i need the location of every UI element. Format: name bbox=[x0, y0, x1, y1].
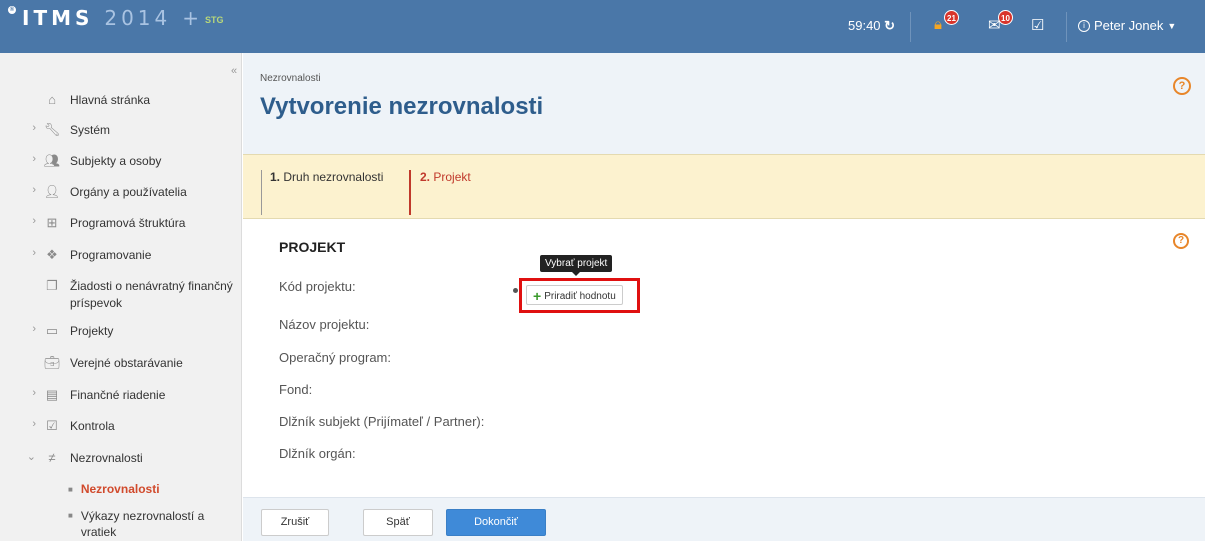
sidebar-item-program-structure[interactable]: › ⊞ Programová štruktúra bbox=[0, 215, 242, 232]
chevron-right-icon: › bbox=[32, 122, 36, 134]
chevron-right-icon: › bbox=[32, 184, 36, 196]
chevron-right-icon: › bbox=[32, 323, 36, 335]
footer-bar: Zrušiť Späť Dokončiť bbox=[243, 497, 1205, 541]
field-label-kod-projektu: Kód projektu: bbox=[279, 279, 356, 294]
itms-logo[interactable]: ® ITMS 2014 + STG bbox=[8, 6, 224, 30]
chevron-right-icon: › bbox=[32, 418, 36, 430]
bullet-icon: ■ bbox=[68, 485, 73, 494]
session-timer[interactable]: 59:40 ↻ bbox=[848, 18, 895, 34]
wallet-icon: ▤ bbox=[45, 387, 59, 402]
field-label-dlznik-subjekt: Dlžník subjekt (Prijímateľ / Partner): bbox=[279, 414, 485, 429]
sidebar: « ⌂ Hlavná stránka › 🔧︎ Systém › 👥︎ Subj… bbox=[0, 53, 242, 541]
documents-icon: ❐ bbox=[46, 278, 58, 293]
section-help-icon[interactable]: ? bbox=[1173, 233, 1189, 249]
user-menu[interactable]: i Peter Jonek ▼ bbox=[1078, 18, 1176, 33]
mail-button[interactable]: ✉ 10 bbox=[988, 10, 1013, 34]
divider bbox=[910, 12, 911, 42]
cubes-icon: ❖ bbox=[46, 247, 58, 262]
chevron-down-icon: ⌄ bbox=[26, 451, 36, 463]
step-druh-nezrovnalosti[interactable]: 1. Druh nezrovnalosti bbox=[261, 170, 383, 215]
bullet-icon: ■ bbox=[68, 511, 73, 520]
highlight-box bbox=[519, 278, 640, 313]
lock-badge: 21 bbox=[944, 10, 959, 25]
main-content: Nezrovnalosti Vytvorenie nezrovnalosti ?… bbox=[243, 53, 1205, 541]
briefcase-icon: 💼︎ bbox=[43, 355, 61, 370]
tooltip: Vybrať projekt bbox=[540, 255, 613, 276]
not-equal-icon: ≠ bbox=[48, 450, 56, 465]
sidebar-subitem-irregularities[interactable]: ■ Nezrovnalosti bbox=[68, 482, 160, 496]
clipboard-check-button[interactable]: ☑ bbox=[1031, 16, 1044, 34]
sidebar-item-procurement[interactable]: 💼︎ Verejné obstarávanie bbox=[0, 355, 242, 372]
sidebar-item-subjects[interactable]: › 👥︎ Subjekty a osoby bbox=[0, 153, 242, 170]
section-title: PROJEKT bbox=[279, 239, 346, 255]
field-label-dlznik-organ: Dlžník orgán: bbox=[279, 446, 356, 461]
chevron-right-icon: › bbox=[32, 215, 36, 227]
sidebar-item-finance[interactable]: › ▤ Finančné riadenie bbox=[0, 387, 242, 404]
sidebar-item-control[interactable]: › ☑ Kontrola bbox=[0, 418, 242, 435]
lock-icon: 🔒︎ bbox=[934, 16, 942, 33]
step-projekt[interactable]: 2. Projekt bbox=[409, 170, 471, 215]
people-icon: 👥︎ bbox=[43, 153, 61, 168]
timer-value: 59:40 bbox=[848, 18, 881, 33]
clipboard-check-icon: ☑ bbox=[1031, 17, 1045, 34]
logo-suffix: STG bbox=[205, 15, 224, 25]
field-label-fond: Fond: bbox=[279, 382, 313, 397]
chevron-right-icon: › bbox=[32, 247, 36, 259]
lock-button[interactable]: 🔒︎ 21 bbox=[934, 10, 959, 33]
inbox-icon: ▭ bbox=[45, 323, 59, 338]
sitemap-icon: ⊞ bbox=[46, 215, 58, 230]
breadcrumb[interactable]: Nezrovnalosti bbox=[260, 73, 321, 84]
refresh-icon[interactable]: ↻ bbox=[884, 18, 895, 33]
logo-year: 2014 bbox=[104, 6, 172, 30]
divider bbox=[1066, 12, 1067, 42]
caret-down-icon: ▼ bbox=[1167, 20, 1177, 31]
sidebar-item-system[interactable]: › 🔧︎ Systém bbox=[0, 122, 242, 139]
chevron-right-icon: › bbox=[32, 387, 36, 399]
sidebar-item-projects[interactable]: › ▭ Projekty bbox=[0, 323, 242, 340]
top-bar: ® ITMS 2014 + STG 59:40 ↻ 🔒︎ 21 ✉ 10 ☑ i… bbox=[0, 0, 1205, 53]
wrench-icon: 🔧︎ bbox=[43, 122, 61, 137]
page-title: Vytvorenie nezrovnalosti bbox=[260, 93, 544, 120]
sidebar-item-applications[interactable]: ❐ Žiadosti o nenávratný finančný príspev… bbox=[0, 278, 242, 312]
home-icon: ⌂ bbox=[48, 92, 56, 107]
logo-plus: + bbox=[182, 6, 203, 30]
sidebar-item-programming[interactable]: › ❖ Programovanie bbox=[0, 247, 242, 264]
user-name: Peter Jonek bbox=[1094, 18, 1164, 33]
sidebar-item-irregularities[interactable]: ⌄ ≠ Nezrovnalosti bbox=[0, 450, 242, 467]
user-icon: i bbox=[1078, 19, 1090, 32]
wizard-steps: 1. Druh nezrovnalosti 2. Projekt bbox=[243, 154, 1205, 219]
page-header: Nezrovnalosti Vytvorenie nezrovnalosti ? bbox=[243, 53, 1205, 154]
field-label-operacny-program: Operačný program: bbox=[279, 350, 391, 365]
finish-button[interactable]: Dokončiť bbox=[446, 509, 546, 536]
sidebar-item-home[interactable]: ⌂ Hlavná stránka bbox=[0, 92, 242, 109]
logo-dot-icon: ® bbox=[8, 6, 16, 14]
cancel-button[interactable]: Zrušiť bbox=[261, 509, 329, 536]
chevron-right-icon: › bbox=[32, 153, 36, 165]
user-list-icon: 👤︎ bbox=[43, 184, 61, 199]
mail-badge: 10 bbox=[998, 10, 1013, 25]
sidebar-item-organs[interactable]: › 👤︎ Orgány a používatelia bbox=[0, 184, 242, 201]
sidebar-subitem-reports[interactable]: ■ Výkazy nezrovnalostí a vratiek bbox=[68, 508, 233, 540]
logo-main: ITMS bbox=[22, 6, 94, 30]
checklist-icon: ☑ bbox=[46, 418, 58, 433]
collapse-sidebar-button[interactable]: « bbox=[231, 65, 237, 77]
field-label-nazov-projektu: Názov projektu: bbox=[279, 317, 370, 332]
back-button[interactable]: Späť bbox=[363, 509, 433, 536]
required-dot bbox=[513, 288, 518, 293]
help-icon[interactable]: ? bbox=[1173, 77, 1191, 95]
